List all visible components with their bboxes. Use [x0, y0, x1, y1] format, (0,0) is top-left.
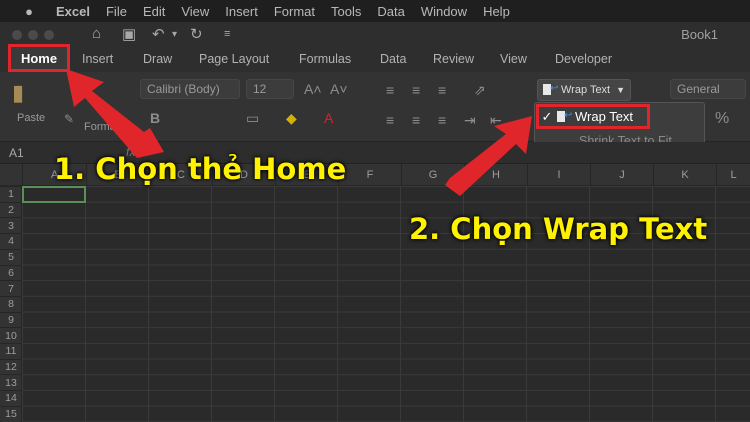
annotation-step-2: 2. Chọn Wrap Text [409, 212, 708, 246]
arrow-to-wrap-text-icon [445, 116, 532, 196]
arrow-to-home-tab-icon [66, 69, 164, 158]
annotation-arrows [66, 69, 532, 196]
annotation-step-1: 1. Chọn thẻ Home [54, 152, 347, 186]
